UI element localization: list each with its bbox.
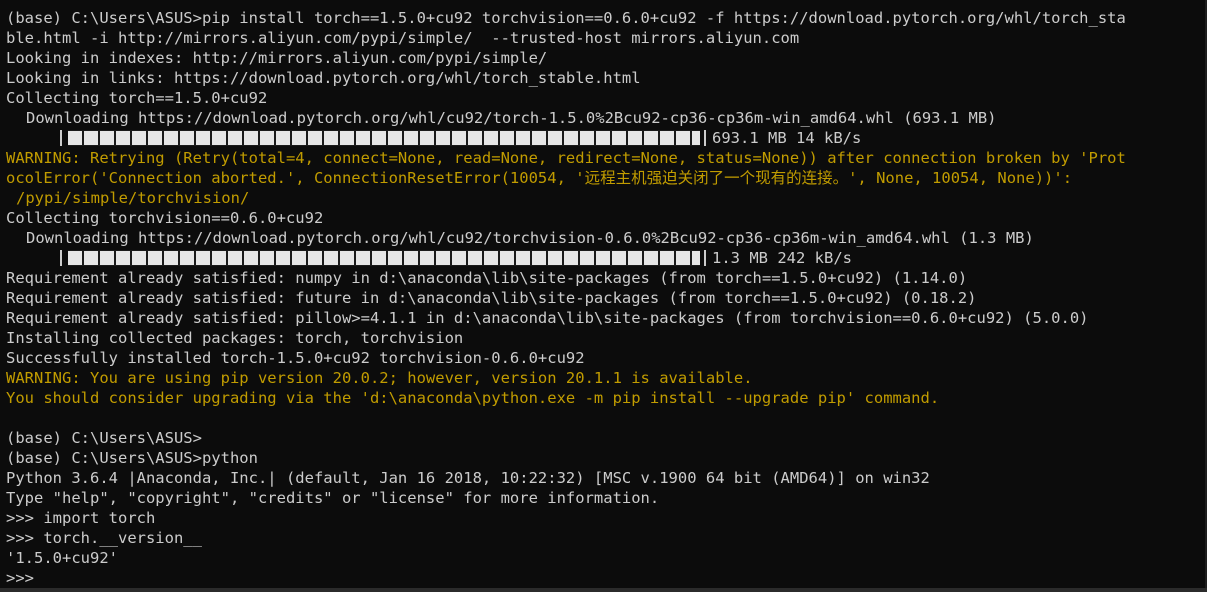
terminal-line: >>> torch.__version__ <box>6 529 202 547</box>
warning-line: You should consider upgrading via the 'd… <box>6 389 940 407</box>
progress-bar-right-edge <box>704 130 706 146</box>
download-progress-bar <box>68 250 700 266</box>
terminal-line: ble.html -i http://mirrors.aliyun.com/py… <box>6 29 800 47</box>
terminal-line: Collecting torch==1.5.0+cu92 <box>6 89 268 107</box>
terminal-line: Successfully installed torch-1.5.0+cu92 … <box>6 349 585 367</box>
progress-bar-left-edge <box>60 130 62 146</box>
terminal-line: '1.5.0+cu92' <box>6 549 118 567</box>
download-progress-row: 1.3 MB 242 kB/s <box>0 248 1207 268</box>
terminal-line: Downloading https://download.pytorch.org… <box>26 109 997 127</box>
warning-line: /pypi/simple/torchvision/ <box>16 189 250 207</box>
download-progress-meta: 1.3 MB 242 kB/s <box>712 249 852 267</box>
terminal-line: Requirement already satisfied: pillow>=4… <box>6 309 1089 327</box>
python-prompt: >>> <box>6 569 34 587</box>
progress-bar-right-edge <box>704 250 706 266</box>
warning-line: ocolError('Connection aborted.', Connect… <box>6 169 1073 187</box>
warning-line: WARNING: Retrying (Retry(total=4, connec… <box>6 149 1126 167</box>
terminal-line: >>> import torch <box>6 509 156 527</box>
terminal-line: (base) C:\Users\ASUS> <box>6 429 202 447</box>
download-progress-meta: 693.1 MB 14 kB/s <box>712 129 862 147</box>
terminal-window[interactable]: (base) C:\Users\ASUS>pip install torch==… <box>0 0 1207 592</box>
terminal-line: Type "help", "copyright", "credits" or "… <box>6 489 660 507</box>
terminal-line: Collecting torchvision==0.6.0+cu92 <box>6 209 324 227</box>
terminal-line: Requirement already satisfied: future in… <box>6 289 977 307</box>
python-prompt-line[interactable]: >>> <box>0 568 1207 588</box>
terminal-line: Installing collected packages: torch, to… <box>6 329 464 347</box>
terminal-line: (base) C:\Users\ASUS>pip install torch==… <box>6 9 1126 27</box>
terminal-line: Looking in indexes: http://mirrors.aliyu… <box>6 49 548 67</box>
download-progress-row: 693.1 MB 14 kB/s <box>0 128 1207 148</box>
terminal-line: Requirement already satisfied: numpy in … <box>6 269 968 287</box>
terminal-line: Python 3.6.4 |Anaconda, Inc.| (default, … <box>6 469 930 487</box>
warning-line: WARNING: You are using pip version 20.0.… <box>6 369 753 387</box>
window-bottom-edge <box>0 588 1207 592</box>
progress-bar-left-edge <box>60 250 62 266</box>
download-progress-bar <box>68 130 700 146</box>
terminal-line: Looking in links: https://download.pytor… <box>6 69 641 87</box>
terminal-line: Downloading https://download.pytorch.org… <box>26 229 1034 247</box>
terminal-line: (base) C:\Users\ASUS>python <box>6 449 258 467</box>
